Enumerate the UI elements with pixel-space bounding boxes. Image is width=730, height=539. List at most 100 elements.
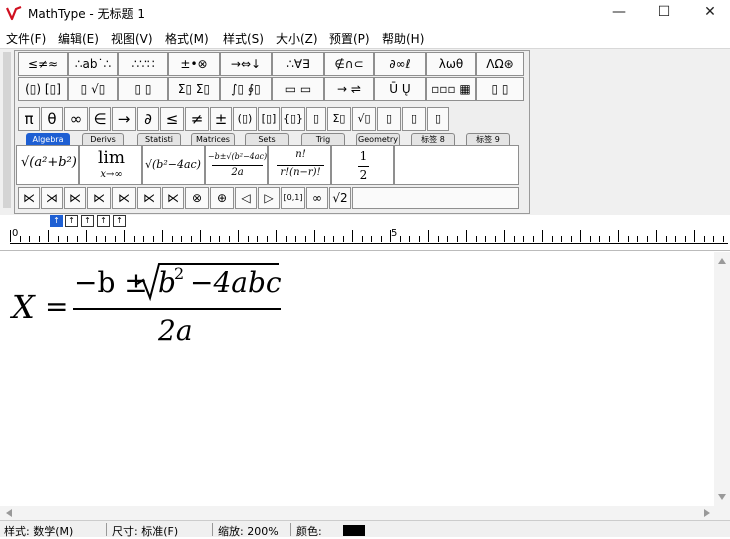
- insert-point-icon-2[interactable]: ↑: [65, 215, 78, 227]
- palette-matrices[interactable]: ▫▫▫ ▦: [426, 77, 476, 101]
- ruler-tick: [647, 236, 648, 242]
- template-subsuperscript[interactable]: ▯: [427, 107, 449, 131]
- ruler-tick: [685, 236, 686, 242]
- horizontal-scrollbar[interactable]: [0, 506, 730, 520]
- template-fraction[interactable]: ▯: [306, 107, 326, 131]
- palette-subscripts[interactable]: ▯ ▯: [118, 77, 168, 101]
- expression-limit[interactable]: lim x→∞: [79, 145, 142, 185]
- symbol-theta[interactable]: θ: [41, 107, 63, 131]
- tab-statistics[interactable]: Statisti: [137, 133, 181, 145]
- scroll-left-icon[interactable]: [6, 509, 12, 517]
- template-superscript[interactable]: ▯: [377, 107, 401, 131]
- menu-file[interactable]: 文件(F): [6, 30, 46, 47]
- menu-edit[interactable]: 编辑(E): [58, 30, 99, 47]
- palette-fences[interactable]: (▯) [▯]: [18, 77, 68, 101]
- palette-arrows[interactable]: →⇔↓: [220, 52, 272, 76]
- symbol-semijoin-5[interactable]: ⋉: [112, 187, 136, 209]
- symbol-less-equal[interactable]: ≤: [160, 107, 184, 131]
- symbol-right-triangle[interactable]: ▷: [258, 187, 280, 209]
- symbol-left-triangle[interactable]: ◁: [235, 187, 257, 209]
- insert-point-icon-3[interactable]: ↑: [81, 215, 94, 227]
- palette-spaces-ellipses[interactable]: ∴ab˙∴: [68, 52, 118, 76]
- symbol-circled-times[interactable]: ⊗: [185, 187, 209, 209]
- palette-boxes[interactable]: ▯ ▯: [476, 77, 524, 101]
- maximize-button[interactable]: ☐: [641, 0, 687, 26]
- ruler[interactable]: 0 5: [0, 228, 730, 251]
- symbol-circled-plus[interactable]: ⊕: [210, 187, 234, 209]
- tab-matrices[interactable]: Matrices: [191, 133, 235, 145]
- minimize-button[interactable]: —: [596, 0, 642, 26]
- equation-editor-canvas[interactable]: X = −b ± b 2 −4abc 2a: [0, 252, 714, 506]
- scroll-up-icon[interactable]: [718, 258, 726, 264]
- symbol-semijoin-7[interactable]: ⋉: [162, 187, 184, 209]
- menu-preferences[interactable]: 预置(P): [329, 30, 370, 47]
- ruler-tick: [219, 236, 220, 242]
- vertical-scrollbar[interactable]: [714, 252, 730, 506]
- palette-greek-lower[interactable]: λωθ: [426, 52, 476, 76]
- insert-point-icon-1[interactable]: ↑: [50, 215, 63, 227]
- tab-algebra[interactable]: Algebra: [26, 133, 70, 145]
- insert-point-icon-4[interactable]: ↑: [97, 215, 110, 227]
- scroll-right-icon[interactable]: [704, 509, 710, 517]
- symbol-semijoin-2[interactable]: ⋊: [41, 187, 63, 209]
- palette-logic[interactable]: ∴∀∃: [272, 52, 324, 76]
- palette-bars[interactable]: ▭ ▭: [272, 77, 324, 101]
- palette-integrals[interactable]: ∫▯ ∮▯: [220, 77, 272, 101]
- symbol-not-equal[interactable]: ≠: [185, 107, 209, 131]
- template-summation[interactable]: Σ▯: [327, 107, 351, 131]
- expression-binomial-num: n!: [295, 149, 306, 160]
- template-parentheses[interactable]: (▯): [233, 107, 257, 131]
- expression-discriminant-root[interactable]: √(b²−4ac): [142, 145, 205, 185]
- menu-format[interactable]: 格式(M): [165, 30, 209, 47]
- close-button[interactable]: ✕: [687, 0, 730, 26]
- palette-products[interactable]: Ū Ų: [374, 77, 426, 101]
- ruler-tick: [504, 230, 505, 242]
- tab-derivs[interactable]: Derivs: [82, 133, 124, 145]
- menu-view[interactable]: 视图(V): [111, 30, 153, 47]
- expression-one-half[interactable]: 1 2: [331, 145, 394, 185]
- symbol-infinity[interactable]: ∞: [64, 107, 88, 131]
- color-swatch[interactable]: [343, 525, 365, 536]
- menu-help[interactable]: 帮助(H): [382, 30, 424, 47]
- menu-size[interactable]: 大小(Z): [276, 30, 318, 47]
- palette-labeled-arrows[interactable]: → ⇌: [324, 77, 374, 101]
- palette-summations[interactable]: Σ▯ Σ▯: [168, 77, 220, 101]
- menu-style[interactable]: 样式(S): [223, 30, 264, 47]
- tab-label-9[interactable]: 标签 9: [466, 133, 510, 145]
- expression-binomial[interactable]: n! r!(n−r)!: [268, 145, 331, 185]
- symbol-semijoin-4[interactable]: ⋉: [87, 187, 111, 209]
- template-interval[interactable]: [0,1]: [281, 187, 305, 209]
- tab-geometry[interactable]: Geometry: [356, 133, 400, 145]
- tab-sets[interactable]: Sets: [245, 133, 289, 145]
- template-sqrt[interactable]: √▯: [352, 107, 376, 131]
- palette-fractions-radicals[interactable]: ▯ √▯: [68, 77, 118, 101]
- expression-hypotenuse[interactable]: √(a²+b²): [16, 145, 79, 185]
- symbol-element-of[interactable]: ∈: [89, 107, 111, 131]
- template-brackets[interactable]: [▯]: [258, 107, 280, 131]
- ruler-tick: [580, 230, 581, 242]
- symbol-semijoin-6[interactable]: ⋉: [137, 187, 161, 209]
- palette-embellishments[interactable]: ∴∵∷: [118, 52, 168, 76]
- symbol-partial[interactable]: ∂: [137, 107, 159, 131]
- symbol-pi[interactable]: π: [18, 107, 40, 131]
- symbol-semijoin-3[interactable]: ⋉: [64, 187, 86, 209]
- symbol-infinity-2[interactable]: ∞: [306, 187, 328, 209]
- symbol-semijoin-1[interactable]: ⋉: [18, 187, 40, 209]
- palette-set-theory[interactable]: ∉∩⊂: [324, 52, 374, 76]
- template-root-two[interactable]: √2: [329, 187, 351, 209]
- template-braces[interactable]: {▯}: [281, 107, 305, 131]
- palette-relations[interactable]: ≤≠≈: [18, 52, 68, 76]
- palette-greek-upper[interactable]: ΛΩ⊛: [476, 52, 524, 76]
- symbol-arrow-right[interactable]: →: [112, 107, 136, 131]
- insert-point-icon-5[interactable]: ↑: [113, 215, 126, 227]
- toolbar-handle[interactable]: [3, 52, 11, 208]
- tab-trig[interactable]: Trig: [301, 133, 345, 145]
- template-subscript[interactable]: ▯: [402, 107, 426, 131]
- palette-operators[interactable]: ±•⊗: [168, 52, 220, 76]
- palette-misc-symbols[interactable]: ∂∞ℓ: [374, 52, 426, 76]
- tab-label-8[interactable]: 标签 8: [411, 133, 455, 145]
- expression-empty-slot[interactable]: [394, 145, 519, 185]
- expression-quadratic-formula[interactable]: −b±√(b²−4ac) 2a: [205, 145, 268, 185]
- symbol-plus-minus[interactable]: ±: [210, 107, 232, 131]
- scroll-down-icon[interactable]: [718, 494, 726, 500]
